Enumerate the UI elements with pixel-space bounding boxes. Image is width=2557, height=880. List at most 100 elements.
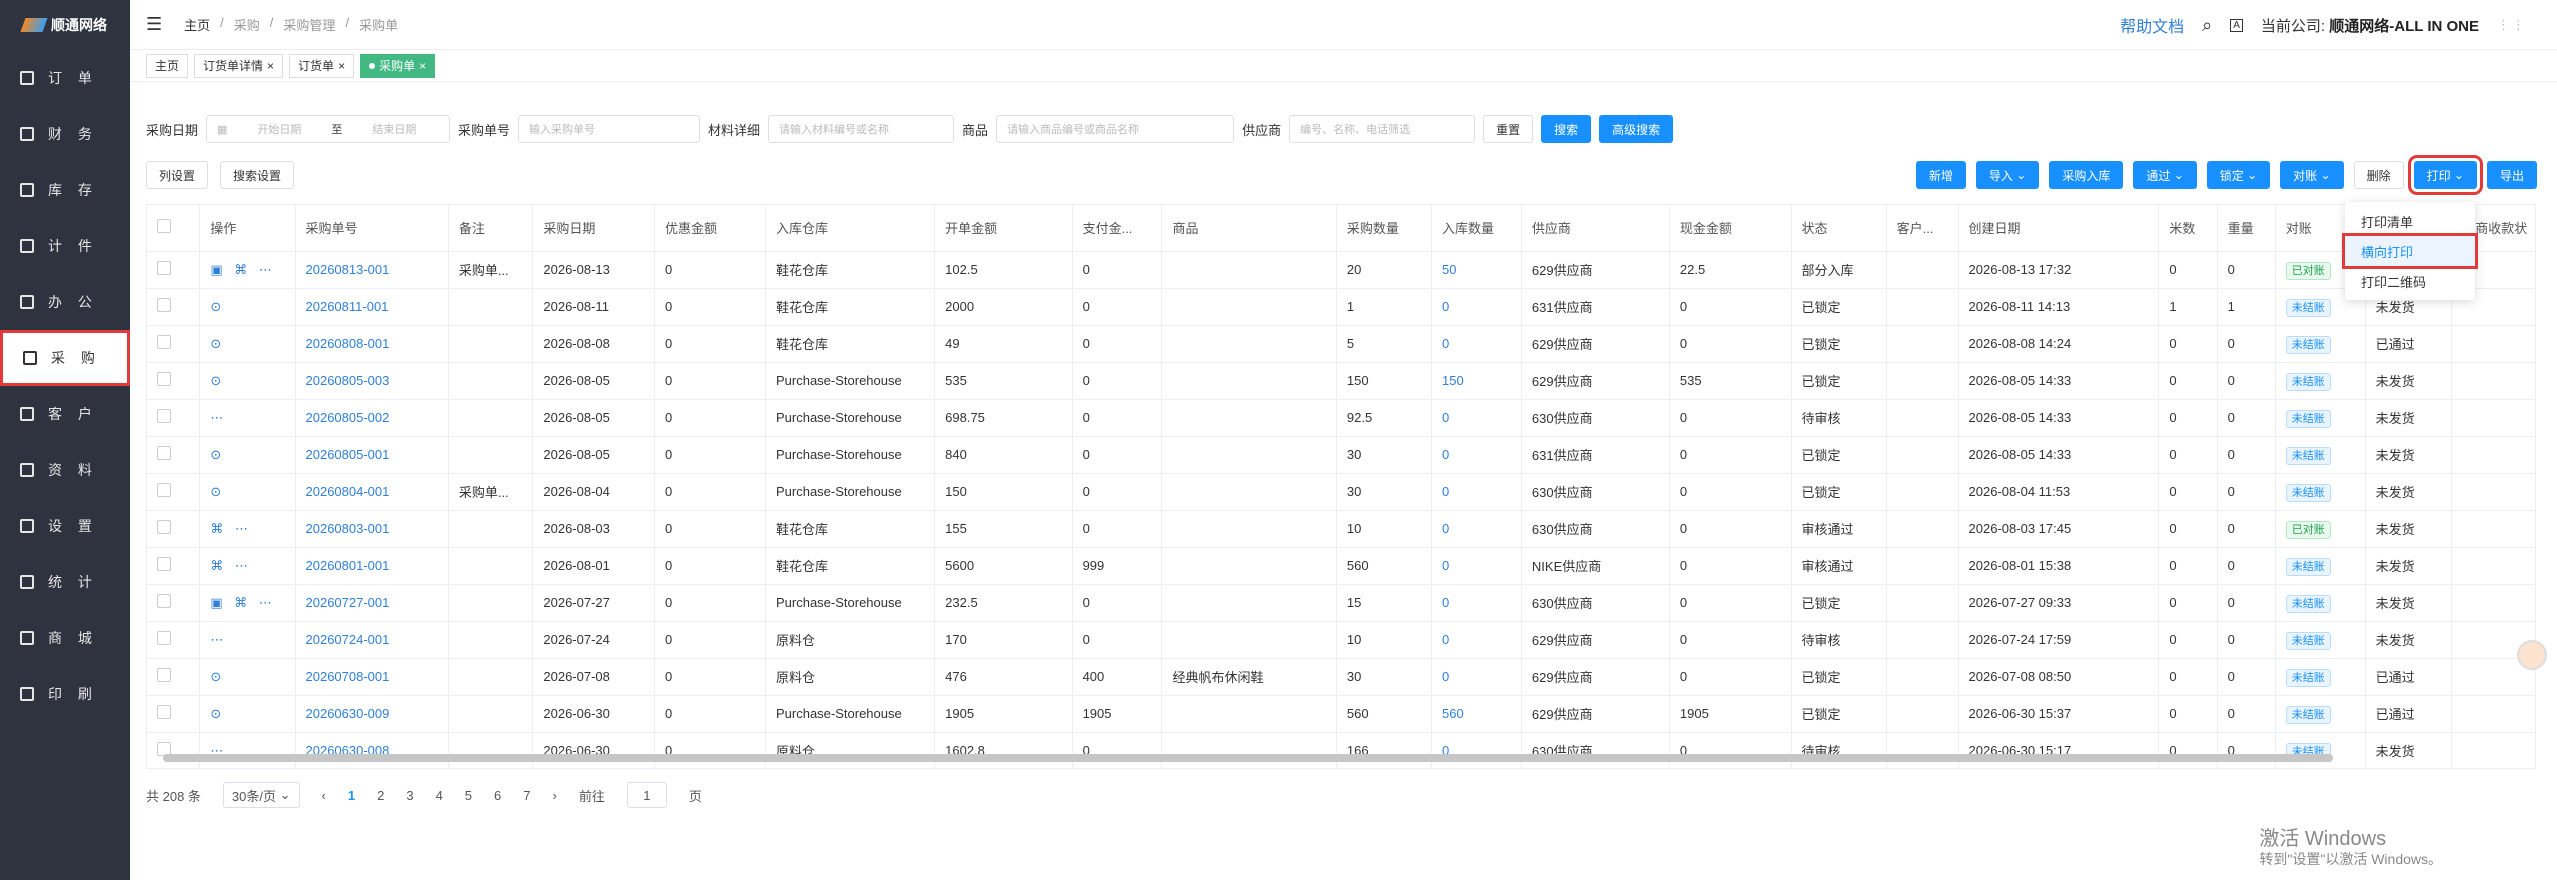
- row-checkbox[interactable]: [157, 335, 171, 349]
- next-page-icon[interactable]: ›: [553, 788, 557, 803]
- column-header[interactable]: 开单金额: [934, 205, 1073, 252]
- column-header[interactable]: 支付金...: [1072, 205, 1163, 252]
- sidebar-item[interactable]: 统 计: [0, 554, 130, 610]
- row-checkbox[interactable]: [157, 668, 171, 682]
- landscape-print-item[interactable]: 横向打印: [2342, 233, 2478, 269]
- search-button[interactable]: 搜索: [1541, 115, 1592, 143]
- in-qty-cell[interactable]: 0: [1431, 325, 1522, 363]
- column-header[interactable]: 重量: [2217, 205, 2276, 252]
- purchase-no-link[interactable]: 20260804-001: [295, 473, 449, 511]
- purchase-no-link[interactable]: 20260630-008: [295, 732, 449, 768]
- font-icon[interactable]: A: [2230, 18, 2243, 32]
- row-checkbox[interactable]: [157, 446, 171, 460]
- row-checkbox[interactable]: [157, 298, 171, 312]
- sidebar-item[interactable]: 印 刷: [0, 666, 130, 722]
- date-range-input[interactable]: ▦ 开始日期 至 结束日期: [206, 115, 451, 143]
- sidebar-item[interactable]: 库 存: [0, 162, 130, 218]
- sidebar-item[interactable]: 采 购: [0, 330, 130, 386]
- print-qrcode-item[interactable]: 打印二维码: [2345, 266, 2475, 296]
- column-header[interactable]: 状态: [1791, 205, 1887, 252]
- column-settings-button[interactable]: 列设置: [146, 161, 209, 189]
- column-header[interactable]: 商品: [1161, 205, 1337, 252]
- purchase-no-link[interactable]: 20260724-001: [295, 621, 449, 659]
- page-number[interactable]: 4: [436, 788, 443, 803]
- row-checkbox[interactable]: [157, 520, 171, 534]
- purchase-no-link[interactable]: 20260630-009: [295, 695, 449, 733]
- user-menu-icon[interactable]: ⋮⋮: [2497, 17, 2527, 33]
- row-checkbox[interactable]: [157, 705, 171, 719]
- row-actions[interactable]: ⊙: [199, 473, 296, 511]
- sidebar-item[interactable]: 计 件: [0, 218, 130, 274]
- add-button[interactable]: 新增: [1915, 161, 1966, 189]
- hamburger-icon[interactable]: ☰: [146, 14, 162, 35]
- row-actions[interactable]: ⋯: [199, 399, 296, 437]
- column-header[interactable]: 采购单号: [295, 205, 449, 252]
- pass-button[interactable]: 通过 ⌄: [2133, 161, 2197, 189]
- reconcile-button[interactable]: 对账 ⌄: [2280, 161, 2344, 189]
- in-qty-cell[interactable]: 150: [1431, 362, 1522, 400]
- tab-order-detail[interactable]: 订货单详情 ×: [194, 53, 284, 78]
- sidebar-item[interactable]: 客 户: [0, 386, 130, 442]
- close-icon[interactable]: ×: [267, 59, 274, 73]
- tab-order[interactable]: 订货单 ×: [289, 53, 355, 78]
- row-checkbox[interactable]: [157, 557, 171, 571]
- goods-input[interactable]: 请输入商品编号或商品名称: [996, 115, 1235, 143]
- purchase-no-link[interactable]: 20260708-001: [295, 658, 449, 696]
- purchase-no-input[interactable]: 输入采购单号: [518, 115, 701, 143]
- in-qty-cell[interactable]: 0: [1431, 399, 1522, 437]
- import-button[interactable]: 导入 ⌄: [1975, 161, 2040, 189]
- sidebar-item[interactable]: 订 单: [0, 50, 130, 106]
- row-actions[interactable]: ⊙: [199, 288, 296, 326]
- page-number[interactable]: 1: [348, 788, 355, 803]
- page-number[interactable]: 7: [523, 788, 530, 803]
- row-checkbox[interactable]: [157, 261, 171, 275]
- row-checkbox[interactable]: [157, 483, 171, 497]
- purchase-no-link[interactable]: 20260805-002: [295, 399, 449, 437]
- advanced-search-button[interactable]: 高级搜索: [1599, 115, 1674, 143]
- page-number[interactable]: 5: [465, 788, 472, 803]
- in-qty-cell[interactable]: 0: [1431, 510, 1522, 548]
- purchase-no-link[interactable]: 20260803-001: [295, 510, 449, 548]
- lock-button[interactable]: 锁定 ⌄: [2206, 161, 2271, 189]
- column-header[interactable]: 供应商: [1521, 205, 1670, 252]
- in-qty-cell[interactable]: 0: [1431, 473, 1522, 511]
- supplier-input[interactable]: 编号、名称、电话筛选: [1289, 115, 1476, 143]
- table-row[interactable]: ⊙ 20260805-003 2026-08-05 0 Purchase-Storeho…: [147, 362, 2535, 400]
- export-button[interactable]: 导出: [2486, 161, 2537, 189]
- row-checkbox[interactable]: [157, 594, 171, 608]
- row-actions[interactable]: ⊙: [199, 362, 296, 400]
- row-actions[interactable]: ⊙: [199, 695, 296, 733]
- close-icon[interactable]: ×: [419, 59, 426, 73]
- page-number[interactable]: 2: [377, 788, 384, 803]
- purchase-no-link[interactable]: 20260727-001: [295, 584, 449, 622]
- table-row[interactable]: ⊙ 20260804-001 采购单... 2026-08-04 0 Purchase-S…: [147, 473, 2535, 511]
- close-icon[interactable]: ×: [338, 59, 345, 73]
- select-all-checkbox[interactable]: [157, 219, 171, 234]
- sidebar-item[interactable]: 财 务: [0, 106, 130, 162]
- table-row[interactable]: ⋯ 20260724-001 2026-07-24 0 原料仓 170 0 10 0 629供应商…: [147, 621, 2535, 659]
- help-link[interactable]: 帮助文档: [2120, 13, 2184, 37]
- breadcrumb-item[interactable]: 主页: [184, 15, 210, 34]
- in-qty-cell[interactable]: 0: [1431, 547, 1522, 585]
- purchase-no-link[interactable]: 20260805-003: [295, 362, 449, 400]
- delete-button[interactable]: 删除: [2353, 161, 2404, 189]
- table-row[interactable]: ⋯ 20260805-002 2026-08-05 0 Purchase-Storeho…: [147, 399, 2535, 437]
- column-header[interactable]: 采购数量: [1336, 205, 1433, 252]
- table-row[interactable]: ⋯ 20260630-008 2026-06-30 0 原料仓 1602.8 0 166 0 63…: [147, 732, 2535, 768]
- purchase-in-button[interactable]: 采购入库: [2049, 161, 2124, 189]
- in-qty-cell[interactable]: 50: [1431, 251, 1522, 289]
- table-row[interactable]: ⊙ 20260708-001 2026-07-08 0 原料仓 476 400 经典帆布休闲鞋…: [147, 658, 2535, 696]
- purchase-no-link[interactable]: 20260805-001: [295, 436, 449, 474]
- column-header[interactable]: 优惠金额: [654, 205, 766, 252]
- sidebar-item[interactable]: 办 公: [0, 274, 130, 330]
- row-actions[interactable]: ⊙: [199, 325, 296, 363]
- purchase-no-link[interactable]: 20260808-001: [295, 325, 449, 363]
- in-qty-cell[interactable]: 0: [1431, 732, 1522, 768]
- column-header[interactable]: 米数: [2158, 205, 2218, 252]
- row-actions[interactable]: ▣ ⌘ ⋯: [199, 584, 296, 622]
- prev-page-icon[interactable]: ‹: [322, 788, 326, 803]
- print-list-item[interactable]: 打印清单: [2345, 206, 2475, 236]
- sidebar-item[interactable]: 资 料: [0, 442, 130, 498]
- column-header[interactable]: 入库数量: [1431, 205, 1522, 252]
- in-qty-cell[interactable]: 0: [1431, 288, 1522, 326]
